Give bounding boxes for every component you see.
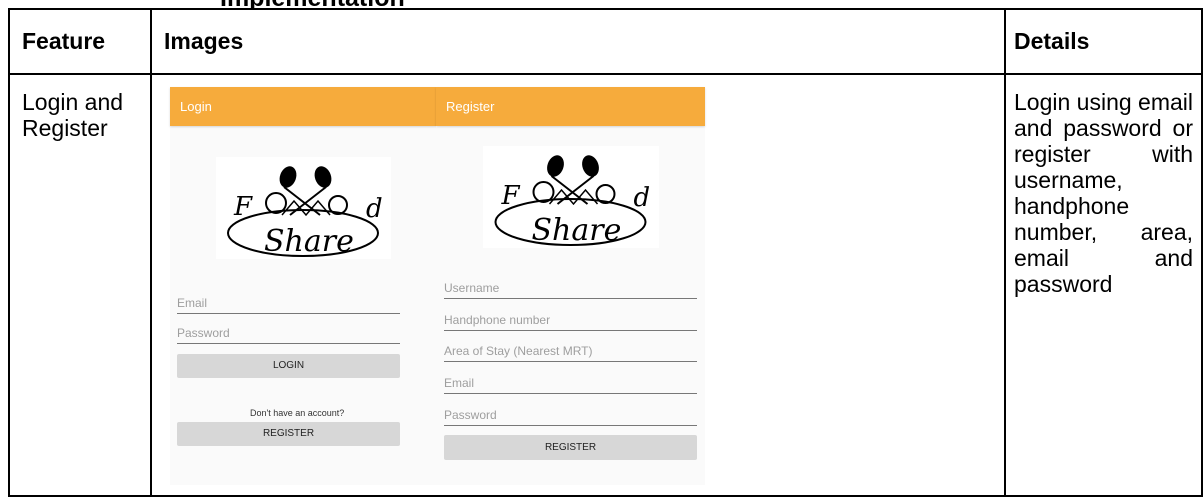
feature-header: Feature (8, 8, 152, 75)
svg-text:F: F (233, 192, 253, 222)
register-button[interactable]: REGISTER (177, 422, 400, 446)
table-row: Login and Register Login F d Share Email… (8, 73, 1203, 497)
svg-text:F: F (501, 181, 521, 211)
feature-cell: Login and Register (8, 73, 152, 497)
features-table: Feature Images Details Login and Registe… (8, 8, 1203, 497)
email-field[interactable]: Email (177, 295, 400, 314)
password-field[interactable]: Password (444, 407, 697, 426)
area-field[interactable]: Area of Stay (Nearest MRT) (444, 343, 697, 362)
details-text: Login using email and password or regist… (1014, 89, 1194, 297)
email-field[interactable]: Email (444, 375, 697, 394)
register-button[interactable]: REGISTER (444, 435, 697, 460)
no-account-text: Don't have an account? (250, 408, 345, 418)
images-header: Images (150, 8, 1006, 75)
details-header: Details (1004, 8, 1203, 75)
login-screenshot: Login F d Share Email Password LOGIN Don… (170, 87, 436, 485)
svg-text:d: d (634, 183, 651, 213)
login-app-bar: Login (170, 87, 436, 126)
handphone-field[interactable]: Handphone number (444, 312, 697, 331)
food-share-logo-graphic: F d Share (227, 166, 383, 259)
images-cell: Login F d Share Email Password LOGIN Don… (150, 73, 1006, 497)
username-field[interactable]: Username (444, 280, 697, 299)
feature-name: Login and Register (22, 89, 124, 141)
svg-text:d: d (366, 194, 383, 224)
header-row: Feature Images Details (8, 8, 1203, 75)
register-screenshot: Register F d Share Username Handphone nu… (436, 87, 705, 485)
login-button[interactable]: LOGIN (177, 354, 400, 378)
svg-text:Share: Share (532, 213, 622, 248)
details-cell: Login using email and password or regist… (1004, 73, 1203, 497)
food-share-logo-graphic: F d Share (494, 155, 651, 248)
svg-text:Share: Share (264, 224, 354, 259)
food-share-logo: F d Share (483, 146, 659, 248)
register-app-bar: Register (436, 87, 705, 126)
food-share-logo: F d Share (216, 157, 391, 259)
password-field[interactable]: Password (177, 325, 400, 344)
